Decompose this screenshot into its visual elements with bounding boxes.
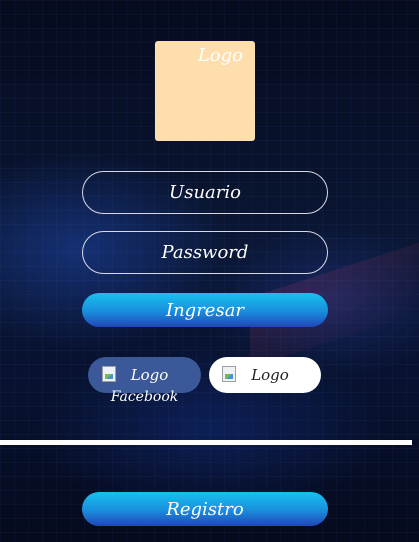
logo-placeholder: Logo [155, 41, 255, 141]
facebook-logo-alt-text: Logo [130, 366, 169, 384]
register-button-label: Registro [166, 498, 244, 520]
register-button[interactable]: Registro [82, 492, 328, 526]
login-button-label: Ingresar [165, 299, 245, 321]
login-button[interactable]: Ingresar [82, 293, 328, 327]
facebook-caption: Facebook [110, 389, 179, 405]
logo-alt-text: Logo [197, 45, 243, 66]
username-input[interactable] [82, 171, 328, 214]
section-divider [0, 440, 412, 445]
broken-image-icon [102, 366, 116, 382]
google-logo-alt-text: Logo [251, 366, 289, 384]
facebook-login-button[interactable]: Logo [88, 357, 201, 393]
broken-image-icon [222, 366, 236, 382]
password-input[interactable] [82, 231, 328, 274]
google-login-button[interactable]: Logo [209, 357, 321, 393]
